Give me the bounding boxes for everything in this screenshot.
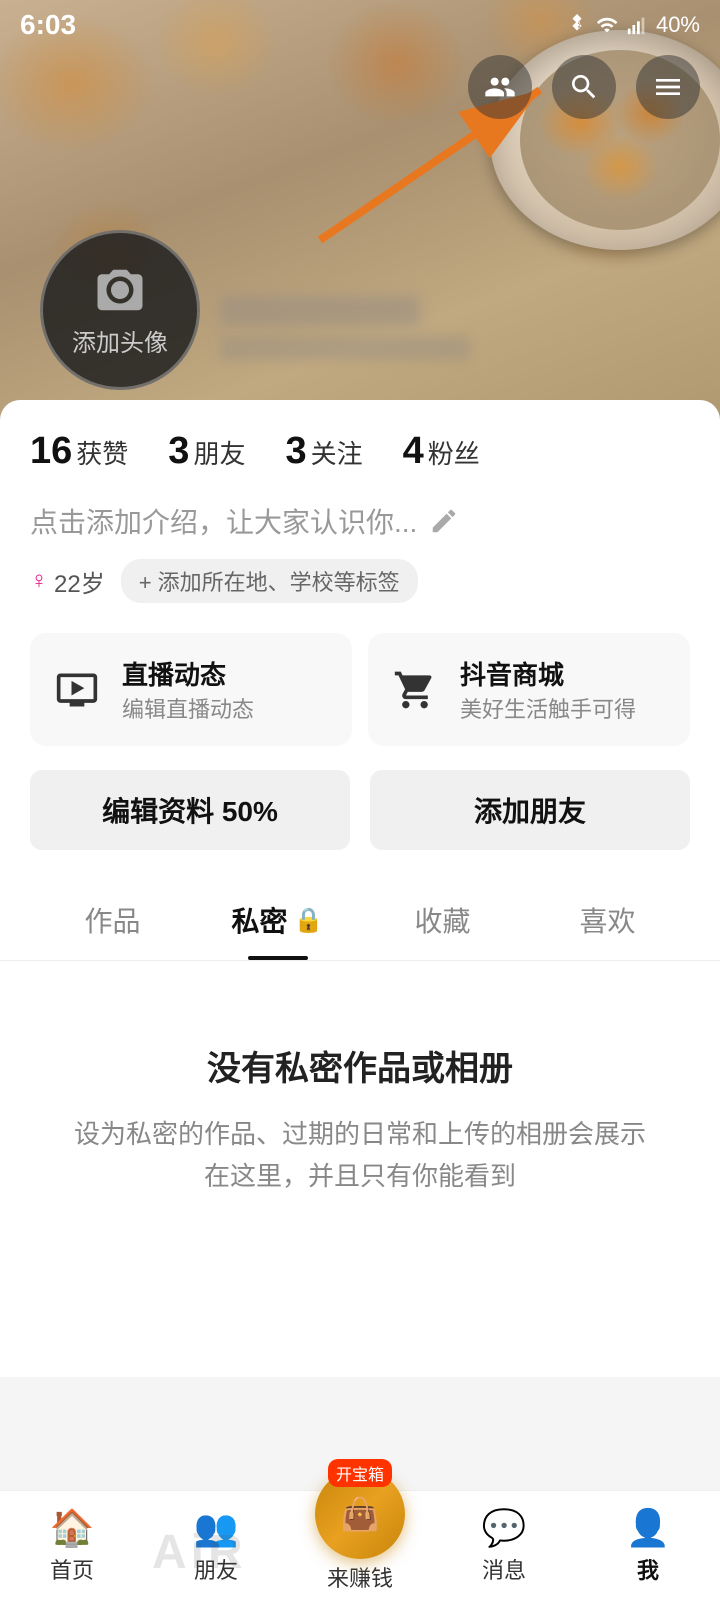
- home-icon: 🏠: [50, 1507, 95, 1549]
- empty-desc: 设为私密的作品、过期的日常和上传的相册会展示在这里，并且只有你能看到: [70, 1114, 650, 1197]
- message-icon: 💬: [482, 1507, 527, 1549]
- stats-row: 16 获赞 3 朋友 3 关注 4 粉丝: [30, 430, 690, 473]
- shop-card-title: 抖音商城: [460, 655, 636, 692]
- shop-card-subtitle: 美好生活触手可得: [460, 692, 636, 724]
- tab-private-label: 私密: [232, 900, 288, 940]
- tab-favorites[interactable]: 收藏: [360, 880, 525, 960]
- add-tags-label: + 添加所在地、学校等标签: [139, 565, 400, 597]
- earn-bag-icon: 开宝箱 👜: [315, 1469, 405, 1559]
- add-friend-button-2[interactable]: 添加朋友: [370, 770, 690, 850]
- tab-favorites-label: 收藏: [414, 900, 470, 940]
- stat-fans-label: 粉丝: [428, 434, 480, 471]
- me-icon: 👤: [626, 1507, 671, 1549]
- action-buttons: 编辑资料 50% 添加朋友: [30, 770, 690, 850]
- live-card-text: 直播动态 编辑直播动态: [122, 655, 254, 724]
- header-icons: [468, 55, 700, 119]
- shop-card[interactable]: 抖音商城 美好生活触手可得: [368, 633, 690, 746]
- nav-me[interactable]: 👤 我: [576, 1507, 720, 1585]
- stat-following-num: 3: [285, 430, 306, 473]
- stat-likes[interactable]: 16 获赞: [30, 430, 128, 473]
- stat-likes-num: 16: [30, 430, 72, 473]
- avatar-label: 添加头像: [72, 323, 168, 358]
- live-card-subtitle: 编辑直播动态: [122, 692, 254, 724]
- cart-icon: [388, 663, 442, 717]
- empty-state: 没有私密作品或相册 设为私密的作品、过期的日常和上传的相册会展示在这里，并且只有…: [30, 961, 690, 1257]
- stat-following[interactable]: 3 关注: [285, 430, 362, 473]
- nav-friends[interactable]: 👥 朋友: [144, 1507, 288, 1585]
- tags-row: ♀ 22岁 + 添加所在地、学校等标签: [30, 559, 690, 603]
- nav-me-label: 我: [637, 1553, 659, 1585]
- nav-home[interactable]: 🏠 首页: [0, 1507, 144, 1585]
- battery-text: 40%: [656, 12, 700, 38]
- status-icons: 40%: [566, 12, 700, 38]
- edit-icon: [429, 506, 459, 536]
- wifi-icon: [596, 14, 618, 36]
- nav-earn[interactable]: 开宝箱 👜 来赚钱: [288, 1469, 432, 1593]
- nav-home-label: 首页: [50, 1553, 94, 1585]
- age-text: 22岁: [54, 564, 105, 599]
- feature-cards: 直播动态 编辑直播动态 抖音商城 美好生活触手可得: [30, 633, 690, 746]
- tag-gender-age: ♀ 22岁: [30, 564, 105, 599]
- stat-friends[interactable]: 3 朋友: [168, 430, 245, 473]
- live-card-title: 直播动态: [122, 655, 254, 692]
- profile-content: 16 获赞 3 朋友 3 关注 4 粉丝 点击添加介绍，让大家认识你... ♀ …: [0, 400, 720, 1377]
- tv-icon: [50, 663, 104, 717]
- live-card[interactable]: 直播动态 编辑直播动态: [30, 633, 352, 746]
- search-button[interactable]: [552, 55, 616, 119]
- tabs-row: 作品 私密 🔒 收藏 喜欢: [0, 880, 720, 961]
- nav-earn-label: 来赚钱: [327, 1561, 393, 1593]
- username-area: [220, 296, 470, 360]
- avatar-area: 添加头像: [40, 230, 200, 390]
- gender-icon: ♀: [30, 567, 48, 595]
- tab-works[interactable]: 作品: [30, 880, 195, 960]
- stat-likes-label: 获赞: [76, 434, 128, 471]
- stat-fans[interactable]: 4 粉丝: [403, 430, 480, 473]
- avatar-button[interactable]: 添加头像: [40, 230, 200, 390]
- tab-likes-label: 喜欢: [579, 900, 635, 940]
- bottom-nav: 🏠 首页 👥 朋友 开宝箱 👜 来赚钱 💬 消息 👤 我: [0, 1490, 720, 1600]
- add-tags-button[interactable]: + 添加所在地、学校等标签: [121, 559, 418, 603]
- tab-likes[interactable]: 喜欢: [525, 880, 690, 960]
- menu-button[interactable]: [636, 55, 700, 119]
- nav-messages-label: 消息: [482, 1553, 526, 1585]
- lock-icon: 🔒: [294, 906, 324, 935]
- bio-row[interactable]: 点击添加介绍，让大家认识你...: [30, 501, 690, 541]
- stat-friends-num: 3: [168, 430, 189, 473]
- edit-profile-button[interactable]: 编辑资料 50%: [30, 770, 350, 850]
- signal-icon: [626, 14, 648, 36]
- bluetooth-icon: [566, 14, 588, 36]
- tab-private[interactable]: 私密 🔒: [195, 880, 360, 960]
- bio-text: 点击添加介绍，让大家认识你...: [30, 501, 417, 541]
- add-friend-button[interactable]: [468, 55, 532, 119]
- tab-works-label: 作品: [84, 900, 140, 940]
- stat-following-label: 关注: [311, 434, 363, 471]
- userid-blur: [220, 336, 470, 360]
- cover-area: 添加头像: [0, 0, 720, 420]
- stat-fans-num: 4: [403, 430, 424, 473]
- stat-friends-label: 朋友: [193, 434, 245, 471]
- shop-card-text: 抖音商城 美好生活触手可得: [460, 655, 636, 724]
- status-bar: 6:03 40%: [0, 0, 720, 50]
- nav-messages[interactable]: 💬 消息: [432, 1507, 576, 1585]
- friends-icon: 👥: [194, 1507, 239, 1549]
- earn-badge: 开宝箱: [328, 1459, 392, 1487]
- nav-friends-label: 朋友: [194, 1553, 238, 1585]
- status-time: 6:03: [20, 9, 76, 41]
- username-blur: [220, 296, 420, 326]
- empty-title: 没有私密作品或相册: [70, 1041, 650, 1090]
